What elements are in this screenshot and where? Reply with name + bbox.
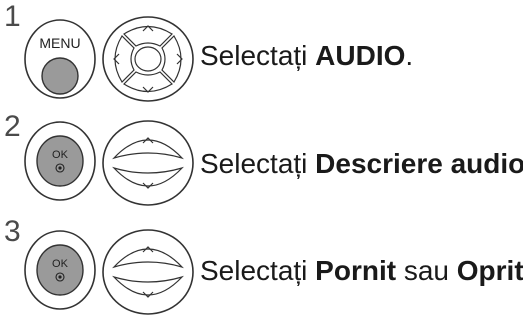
step-2: 2 OK Selectați Descriere audio. <box>0 110 523 215</box>
step-2-instruction: Selectați Descriere audio. <box>200 150 523 178</box>
instruction-option: Descriere audio <box>315 148 523 179</box>
instruction-suffix: . <box>405 40 414 71</box>
instruction-option: AUDIO <box>315 40 406 71</box>
step-3: 3 OK Selectați Pornit sau Oprit. <box>0 215 523 327</box>
instruction-middle: sau <box>396 255 457 286</box>
ok-button-label: OK <box>52 258 69 270</box>
navigation-pad-icon <box>102 16 194 102</box>
navigation-pad[interactable] <box>100 14 196 104</box>
step-number: 1 <box>4 0 21 33</box>
instruction-option: Pornit <box>315 255 397 286</box>
step-3-instruction: Selectați Pornit sau Oprit. <box>200 257 523 285</box>
step-number: 2 <box>4 110 21 143</box>
menu-button-icon: MENU <box>24 19 96 99</box>
instruction-prefix: Selectați <box>200 148 316 179</box>
step-1: 1 MENU Selectați AUDIO. <box>0 0 523 110</box>
up-down-pad-icon <box>102 229 194 315</box>
ok-button-label: OK <box>52 149 69 161</box>
instruction-option-alt: Oprit <box>456 255 523 286</box>
step-number: 3 <box>4 215 21 248</box>
instruction-prefix: Selectați <box>200 40 316 71</box>
menu-button[interactable]: MENU <box>22 18 98 100</box>
ok-button-icon: OK <box>24 230 96 310</box>
ok-button[interactable]: OK <box>22 229 98 311</box>
menu-button-label: MENU <box>39 35 80 51</box>
up-down-pad[interactable] <box>100 227 196 317</box>
up-down-pad-icon <box>102 120 194 206</box>
instruction-prefix: Selectați <box>200 255 316 286</box>
ok-button[interactable]: OK <box>22 120 98 202</box>
up-down-pad[interactable] <box>100 118 196 208</box>
step-1-instruction: Selectați AUDIO. <box>200 42 413 70</box>
ok-button-icon: OK <box>24 121 96 201</box>
